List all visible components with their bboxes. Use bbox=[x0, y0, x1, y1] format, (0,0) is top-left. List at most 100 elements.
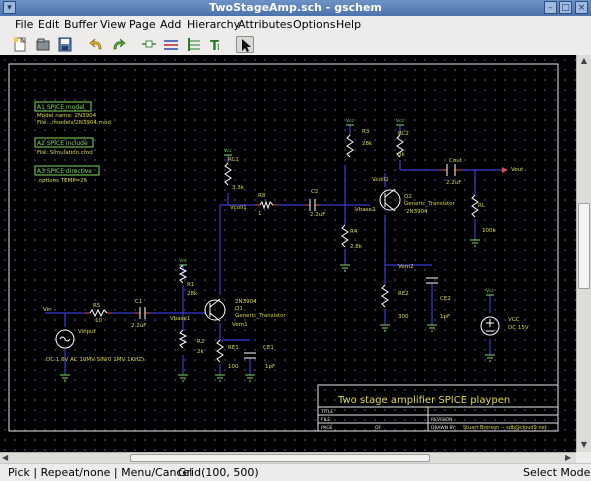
svg-text:A3 SPICE directive: A3 SPICE directive bbox=[37, 168, 92, 175]
svg-text:28k: 28k bbox=[187, 291, 198, 297]
minimize-icon[interactable]: – bbox=[544, 1, 557, 14]
svg-text:TITLE: TITLE bbox=[320, 409, 333, 415]
resistor-r8 bbox=[259, 200, 274, 210]
resistor-r2 bbox=[178, 329, 188, 349]
spice-include-block[interactable]: A2 SPICE include File: Simulation.cmd bbox=[34, 137, 94, 156]
menu-options[interactable]: Options bbox=[293, 18, 335, 31]
spice-directive-block[interactable]: A3 SPICE directive .options TEMP=25 bbox=[34, 165, 100, 184]
svg-text:Cout: Cout bbox=[449, 158, 463, 164]
svg-text:100: 100 bbox=[228, 364, 239, 370]
menu-file[interactable]: File bbox=[15, 18, 33, 31]
svg-text:2k: 2k bbox=[197, 349, 204, 355]
svg-text:28k: 28k bbox=[362, 141, 373, 147]
vertical-scroll-thumb[interactable] bbox=[578, 203, 590, 289]
scroll-down-icon[interactable]: ▼ bbox=[579, 440, 589, 450]
svg-text:Vout: Vout bbox=[511, 167, 524, 173]
maximize-icon[interactable]: □ bbox=[559, 1, 572, 14]
svg-text:FILE:: FILE: bbox=[321, 417, 332, 423]
svg-text:2N3904: 2N3904 bbox=[235, 299, 257, 305]
schematic-canvas[interactable]: A1 SPICE model Model name: 2N3904 File: … bbox=[0, 55, 576, 452]
menu-help[interactable]: Help bbox=[336, 18, 361, 31]
svg-text:RE1: RE1 bbox=[228, 345, 239, 351]
undo-icon[interactable] bbox=[88, 36, 106, 53]
svg-text:Vin: Vin bbox=[43, 307, 52, 313]
vout-marker bbox=[502, 167, 508, 173]
toolbar: TI bbox=[0, 34, 591, 56]
new-file-icon[interactable] bbox=[11, 36, 29, 53]
svg-text:I: I bbox=[217, 43, 220, 52]
select-pointer-icon[interactable] bbox=[236, 36, 254, 53]
open-file-icon[interactable] bbox=[34, 36, 52, 53]
menu-page[interactable]: Page bbox=[129, 18, 156, 31]
grid-indicator: Grid(100, 500) bbox=[178, 466, 259, 479]
nets bbox=[45, 125, 505, 375]
svg-text:1pF: 1pF bbox=[265, 364, 275, 370]
component-labels: Vin Vinput DC 1.6V AC 10MV SIN(0 1MV 1KH… bbox=[43, 129, 529, 370]
mouse-hint: Pick | Repeat/none | Menu/Cancel bbox=[8, 466, 193, 479]
title-block: Two stage amplifier SPICE playpen TITLE … bbox=[317, 384, 559, 432]
add-net-icon[interactable] bbox=[162, 36, 180, 53]
add-text-icon[interactable]: TI bbox=[207, 36, 225, 53]
svg-text:RC1: RC1 bbox=[228, 157, 239, 163]
menu-edit[interactable]: Edit bbox=[38, 18, 59, 31]
svg-text:C2: C2 bbox=[311, 189, 318, 195]
svg-text:CE1: CE1 bbox=[263, 345, 274, 351]
status-bar: Pick | Repeat/none | Menu/Cancel Grid(10… bbox=[0, 463, 591, 481]
vertical-scrollbar[interactable]: ▲ ▼ bbox=[576, 55, 591, 452]
capacitor-cout bbox=[446, 164, 456, 176]
menu-hierarchy[interactable]: Hierarchy bbox=[187, 18, 240, 31]
resistor-re1 bbox=[216, 339, 224, 363]
capacitor-ce1 bbox=[244, 352, 256, 359]
scroll-left-icon[interactable]: ◀ bbox=[2, 453, 8, 462]
svg-text:REVISION: REVISION bbox=[431, 417, 452, 423]
window-title: TwoStageAmp.sch - gschem bbox=[209, 1, 382, 14]
svg-text:2.8k: 2.8k bbox=[350, 244, 363, 250]
svg-text:RC2: RC2 bbox=[398, 131, 409, 137]
svg-text:VCC: VCC bbox=[508, 317, 520, 323]
menu-add[interactable]: Add bbox=[160, 18, 181, 31]
svg-text:1pF: 1pF bbox=[440, 314, 450, 320]
menu-bar: File Edit Buffer View Page Add Hierarchy… bbox=[0, 16, 591, 35]
redo-icon[interactable] bbox=[109, 36, 127, 53]
save-icon[interactable] bbox=[56, 36, 74, 53]
svg-text:Q1: Q1 bbox=[235, 306, 243, 312]
svg-text:Vbase1: Vbase1 bbox=[170, 316, 190, 322]
svg-text:Vem1: Vem1 bbox=[232, 322, 248, 328]
svg-text:R1: R1 bbox=[187, 282, 194, 288]
menu-view[interactable]: View bbox=[100, 18, 126, 31]
menu-attributes[interactable]: Attributes bbox=[238, 18, 292, 31]
svg-text:Vcoll2: Vcoll2 bbox=[372, 177, 389, 183]
svg-text:Vcoll1: Vcoll1 bbox=[230, 205, 247, 211]
capacitor-ce2 bbox=[426, 277, 438, 284]
svg-text:Q2: Q2 bbox=[404, 194, 412, 200]
close-icon[interactable]: × bbox=[575, 1, 588, 14]
mode-indicator: Select Mode bbox=[523, 466, 591, 479]
svg-text:Vcc: Vcc bbox=[346, 118, 355, 124]
svg-text:RL: RL bbox=[478, 203, 486, 209]
resistor-rc1 bbox=[224, 162, 232, 186]
svg-text:PAGE: PAGE bbox=[321, 425, 333, 431]
horizontal-scroll-thumb[interactable] bbox=[130, 454, 430, 462]
scroll-up-icon[interactable]: ▲ bbox=[579, 56, 589, 66]
schematic-drawing: A1 SPICE model Model name: 2N3904 File: … bbox=[8, 63, 559, 432]
horizontal-scrollbar[interactable]: ◀ ▶ bbox=[0, 452, 576, 463]
menu-buffer[interactable]: Buffer bbox=[64, 18, 97, 31]
svg-text:R3: R3 bbox=[362, 129, 370, 135]
svg-text:Vinput: Vinput bbox=[78, 329, 97, 335]
svg-text:R2: R2 bbox=[197, 339, 204, 345]
spice-model-block[interactable]: A1 SPICE model Model name: 2N3904 File: … bbox=[34, 101, 111, 126]
resistor-r3 bbox=[346, 134, 354, 158]
scroll-right-icon[interactable]: ▶ bbox=[565, 453, 571, 462]
svg-text:DC 1.6V AC 10MV SIN(0 1MV 1KHZ: DC 1.6V AC 10MV SIN(0 1MV 1KHZ) bbox=[46, 357, 144, 363]
svg-text:Generic_Transistor: Generic_Transistor bbox=[235, 313, 287, 319]
svg-text:300: 300 bbox=[398, 314, 409, 320]
svg-text:A1 SPICE model: A1 SPICE model bbox=[37, 104, 85, 111]
add-component-icon[interactable] bbox=[140, 36, 158, 53]
add-bus-icon[interactable] bbox=[185, 36, 203, 53]
capacitor-c1 bbox=[139, 307, 146, 319]
svg-text:Vcc: Vcc bbox=[224, 148, 233, 154]
svg-text:1: 1 bbox=[258, 211, 262, 217]
capacitor-c2 bbox=[309, 199, 316, 211]
svg-text:10: 10 bbox=[95, 318, 102, 324]
svg-text:.options TEMP=25: .options TEMP=25 bbox=[37, 178, 88, 184]
